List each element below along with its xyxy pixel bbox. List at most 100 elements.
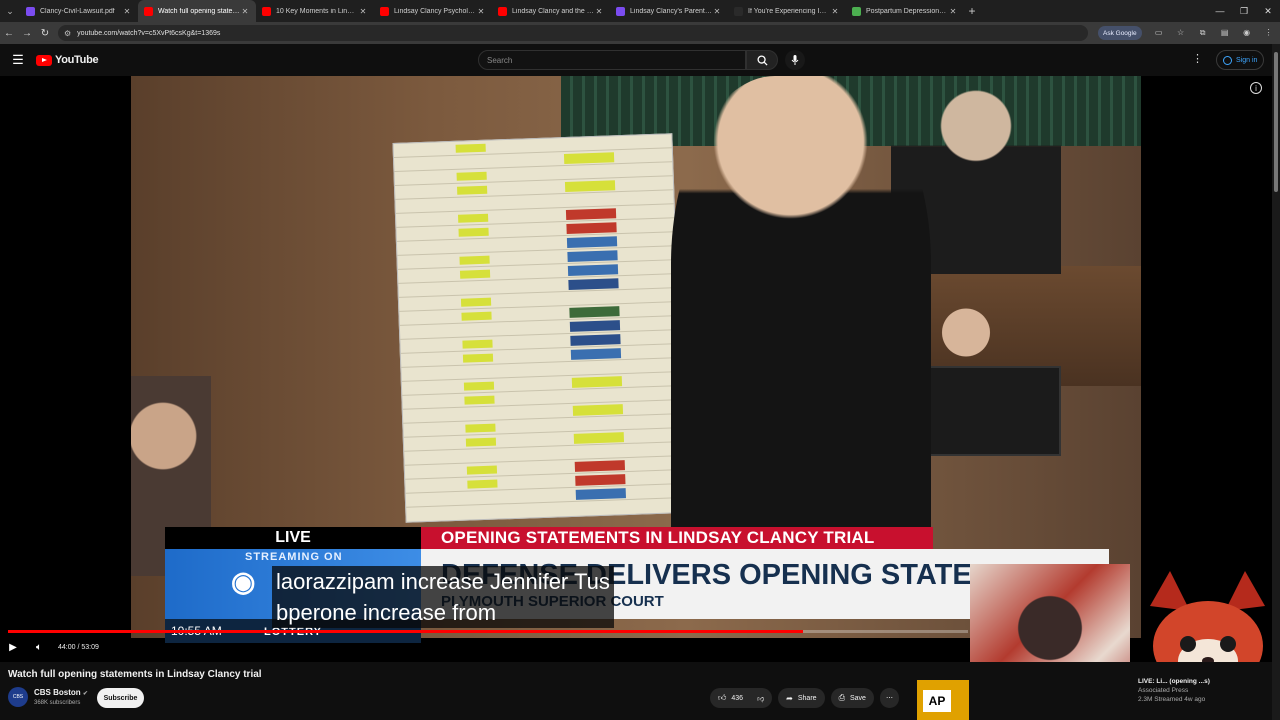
search-placeholder: Search (487, 55, 513, 65)
page-scrollbar[interactable] (1272, 44, 1280, 720)
share-button[interactable]: ➦ Share (778, 688, 825, 708)
tab-close-icon[interactable]: ✕ (240, 7, 250, 16)
browser-tab[interactable]: If You're Experiencing Intrusive✕ (728, 0, 846, 22)
tab-label: Lindsay Clancy's Parents' $1 Mi (630, 7, 712, 15)
minimize-icon[interactable]: — (1208, 6, 1232, 16)
tab-favicon-icon (262, 6, 271, 16)
close-window-icon[interactable]: ✕ (1256, 6, 1280, 17)
poster-highlight (458, 227, 489, 237)
logo-text: YouTube (55, 54, 99, 66)
channel-name[interactable]: CBS Boston ✔ (34, 688, 88, 697)
more-actions-button[interactable]: ⋯ (879, 688, 899, 708)
volume-icon[interactable]: 🔈︎ (26, 642, 52, 653)
cbs-eye-logo: ◉ (231, 566, 256, 597)
poster-highlight (466, 465, 498, 475)
settings-more-icon[interactable]: ⋮ (1192, 52, 1203, 65)
browser-tab[interactable]: Clancy-Civil-Lawsuit.pdf ✕ (20, 0, 138, 22)
poster-bar (573, 432, 625, 444)
account-icon (1223, 55, 1232, 65)
browser-tab[interactable]: Lindsay Clancy's Parents' $1 Mi✕ (610, 0, 728, 22)
channel-avatar[interactable]: CBS (8, 687, 28, 707)
dislike-icon[interactable]: 👎︎ (757, 694, 764, 703)
recommended-thumbnail[interactable]: AP (917, 680, 969, 720)
time-display: 44:00 / 53:09 (58, 643, 99, 651)
subscribe-button[interactable]: Subscribe (97, 688, 144, 708)
tab-search-icon[interactable]: ⌄ (0, 0, 20, 22)
tab-favicon-icon (26, 6, 35, 16)
recommended-video[interactable]: LIVE: Li... (opening ...s) Associated Pr… (1138, 678, 1238, 703)
address-bar[interactable]: ⚙ youtube.com/watch?v=c5XvPt6csKg&t=1369… (58, 25, 1088, 41)
recommended-stats: 2.3M Streamed 4w ago (1138, 696, 1206, 703)
menu-icon[interactable]: ☰ (0, 52, 36, 68)
search-input[interactable]: Search (478, 50, 746, 70)
progress-fill (8, 630, 803, 633)
sign-in-label: Sign in (1236, 56, 1258, 64)
youtube-play-icon (36, 54, 52, 66)
poster-bar (566, 236, 618, 248)
like-button[interactable]: 👍︎ 436 👎︎ (710, 688, 773, 708)
site-info-icon[interactable]: ⚙ (64, 29, 71, 38)
tab-favicon-icon (498, 6, 507, 16)
restore-icon[interactable]: ❐ (1232, 6, 1256, 17)
search-button[interactable] (746, 50, 778, 70)
like-count: 436 (731, 694, 744, 702)
thumbs-up-icon: 👍︎ (718, 693, 727, 702)
poster-highlight (459, 255, 490, 265)
tab-close-icon[interactable]: ✕ (830, 7, 840, 16)
browser-tab[interactable]: 10 Key Moments in Lindsay Cla✕ (256, 0, 374, 22)
player-controls: ▶ 🔈︎ 44:00 / 53:09 (0, 636, 960, 658)
scrollbar-thumb[interactable] (1274, 52, 1278, 192)
poster-bar (567, 250, 618, 262)
poster-bar (575, 474, 626, 486)
reload-icon[interactable]: ↻ (36, 28, 54, 39)
info-icon[interactable]: i (1250, 82, 1262, 94)
profile-icon[interactable]: ◉ (1236, 28, 1258, 38)
tab-favicon-icon (852, 6, 861, 16)
poster-bar (570, 348, 622, 360)
poster-bar (568, 278, 619, 290)
ask-google-button[interactable]: Ask Google (1098, 26, 1142, 40)
tab-close-icon[interactable]: ✕ (594, 7, 604, 16)
tab-close-icon[interactable]: ✕ (122, 7, 132, 16)
progress-bar[interactable] (8, 630, 968, 633)
tab-close-icon[interactable]: ✕ (712, 7, 722, 16)
browser-tab[interactable]: Lindsay Clancy Psychologist Di✕ (374, 0, 492, 22)
browser-tab[interactable]: Watch full opening statements✕ (138, 0, 256, 22)
play-icon[interactable]: ▶ (0, 642, 26, 653)
voice-search-button[interactable] (785, 50, 805, 70)
poster-bar (565, 208, 617, 220)
browser-tab-strip: ⌄ Clancy-Civil-Lawsuit.pdf ✕ Watch full op… (0, 0, 1280, 22)
save-button[interactable]: ⎙ Save (830, 688, 874, 708)
poster-bar (563, 152, 615, 165)
streaming-on-label: STREAMING ON (245, 551, 343, 563)
save-label: Save (849, 694, 866, 702)
recommended-title: LIVE: Li... (opening ...s) (1138, 678, 1210, 685)
poster-bar (569, 306, 620, 318)
tab-favicon-icon (734, 6, 743, 16)
tab-close-icon[interactable]: ✕ (358, 7, 368, 16)
forward-icon[interactable]: → (18, 28, 36, 39)
new-tab-button[interactable]: + (964, 4, 980, 18)
video-player[interactable]: LIVE OPENING STATEMENTS IN LINDSAY CLANC… (0, 76, 1272, 662)
bookmark-star-icon[interactable]: ☆ (1170, 28, 1192, 38)
caption-line-1: laorazzipam increase Jennifer Tus (276, 569, 610, 594)
browser-tab[interactable]: Postpartum Depression (PPD):✕ (846, 0, 964, 22)
poster-bar (570, 334, 621, 346)
verified-icon: ✔ (82, 691, 88, 697)
poster-highlight (465, 423, 496, 433)
sidepanel-icon[interactable]: ▤ (1214, 28, 1236, 38)
tab-close-icon[interactable]: ✕ (948, 7, 958, 16)
lower-third-headline: OPENING STATEMENTS IN LINDSAY CLANCY TRI… (421, 527, 933, 549)
youtube-logo[interactable]: YouTube (36, 54, 99, 66)
ask-google-label: Ask Google (1103, 29, 1137, 37)
install-icon[interactable]: ▭ (1148, 28, 1170, 38)
sign-in-button[interactable]: Sign in (1216, 50, 1265, 70)
back-icon[interactable]: ← (0, 28, 18, 39)
video-actions: 👍︎ 436 👎︎ ➦ Share ⎙ Save ⋯ (710, 688, 899, 708)
tab-close-icon[interactable]: ✕ (476, 7, 486, 16)
save-icon: ⎙ (838, 693, 845, 702)
browser-tab[interactable]: Lindsay Clancy and the Evidenc✕ (492, 0, 610, 22)
browser-menu-icon[interactable]: ⋮ (1258, 28, 1280, 38)
extensions-icon[interactable]: ⧉ (1192, 28, 1214, 38)
tab-label: Lindsay Clancy Psychologist Di (394, 7, 476, 15)
